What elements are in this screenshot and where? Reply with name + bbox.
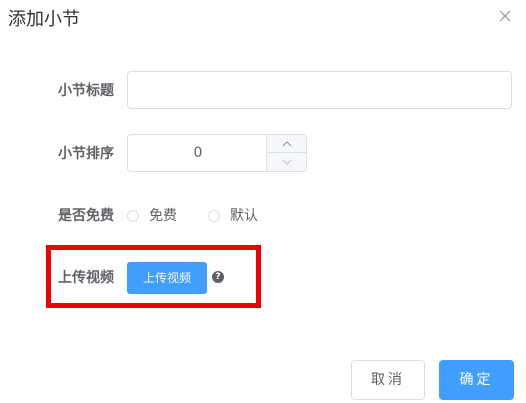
stepper-decrease-button[interactable]	[267, 153, 306, 171]
close-icon[interactable]	[498, 8, 512, 22]
chevron-up-icon	[282, 140, 291, 146]
section-title-input[interactable]	[127, 71, 512, 109]
question-circle-icon[interactable]: ?	[212, 271, 224, 283]
radio-free-label: 免费	[149, 208, 177, 224]
add-section-dialog: 添加小节 小节标题 小节排序 0 是否免费 免费 默认 上传视频 上传视频 ? …	[0, 0, 526, 403]
radio-default[interactable]: 默认	[208, 207, 258, 225]
section-sort-value[interactable]: 0	[128, 135, 268, 171]
stepper-controls	[266, 135, 306, 171]
upload-video-button[interactable]: 上传视频	[127, 262, 207, 294]
cancel-button[interactable]: 取消	[351, 360, 425, 400]
is-free-label: 是否免费	[58, 208, 114, 224]
upload-video-label: 上传视频	[58, 270, 114, 286]
radio-free[interactable]: 免费	[127, 207, 177, 225]
section-sort-label: 小节排序	[58, 146, 114, 162]
stepper-increase-button[interactable]	[267, 135, 306, 153]
radio-default-label: 默认	[230, 208, 258, 224]
dialog-title: 添加小节	[8, 9, 80, 30]
section-sort-stepper[interactable]: 0	[127, 134, 307, 172]
radio-free-circle[interactable]	[127, 210, 139, 222]
radio-default-circle[interactable]	[208, 210, 220, 222]
confirm-button[interactable]: 确定	[439, 360, 514, 400]
section-title-label: 小节标题	[58, 83, 114, 99]
chevron-down-icon	[282, 159, 291, 165]
